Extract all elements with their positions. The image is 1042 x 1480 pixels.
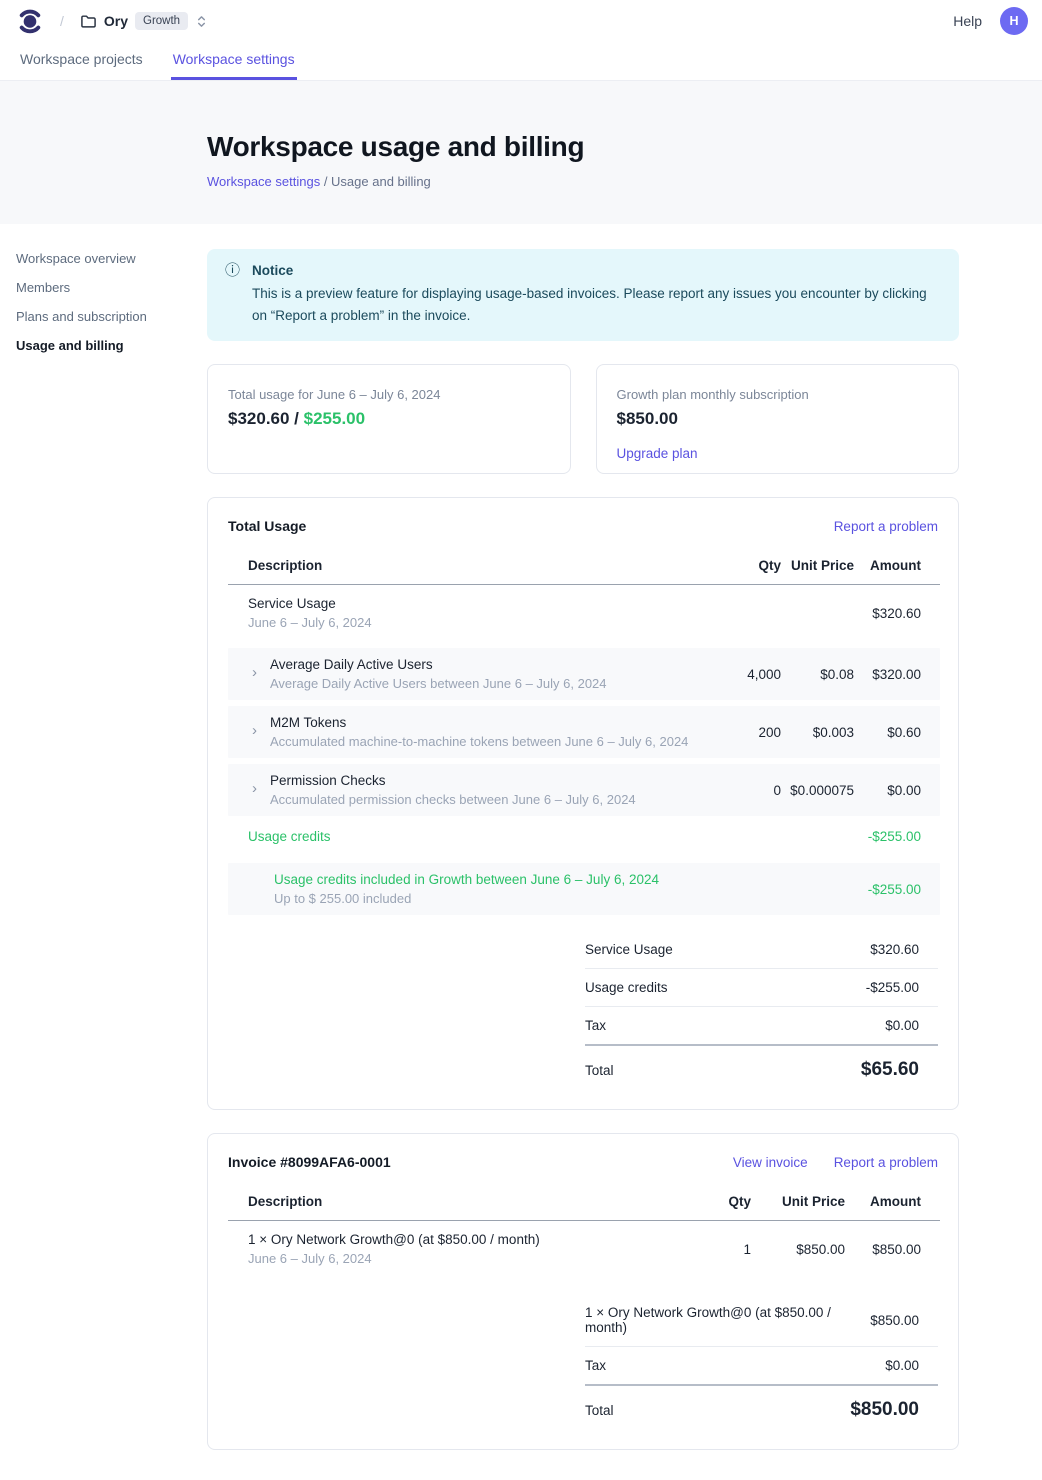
- notice-body: This is a preview feature for displaying…: [252, 283, 941, 326]
- total-usage-summary-card: Total usage for June 6 – July 6, 2024 $3…: [207, 364, 571, 474]
- notice-title: Notice: [252, 261, 941, 281]
- breadcrumb-separator: /: [60, 13, 64, 29]
- usage-row-service-usage: Service Usage June 6 – July 6, 2024 $320…: [228, 585, 940, 642]
- breadcrumb-workspace-settings-link[interactable]: Workspace settings: [207, 174, 320, 189]
- invoice-card: Invoice #8099AFA6-0001 View invoice Repo…: [207, 1133, 959, 1450]
- sidebar-item-usage-and-billing[interactable]: Usage and billing: [16, 338, 186, 354]
- summary-row-service-usage: Service Usage $320.60: [585, 931, 938, 969]
- total-usage-amount: $320.60 / $255.00: [228, 409, 550, 429]
- sidebar-item-workspace-overview[interactable]: Workspace overview: [16, 251, 186, 267]
- invoice-summary: 1 × Ory Network Growth@0 (at $850.00 / m…: [585, 1294, 938, 1425]
- usage-row-credits-detail: Usage credits included in Growth between…: [228, 863, 940, 915]
- preview-notice: ⓘ Notice This is a preview feature for d…: [207, 249, 959, 341]
- plan-subscription-label: Growth plan monthly subscription: [617, 387, 939, 402]
- invoice-line-row: 1 × Ory Network Growth@0 (at $850.00 / m…: [228, 1221, 940, 1278]
- invoice-summary-row-total: Total $850.00: [585, 1386, 938, 1425]
- plan-subscription-price: $850.00: [617, 409, 939, 429]
- workspace-switcher[interactable]: Ory Growth: [80, 12, 208, 30]
- usage-row-m2m-tokens[interactable]: › M2M Tokens Accumulated machine-to-mach…: [228, 706, 940, 758]
- invoice-title: Invoice #8099AFA6-0001: [228, 1154, 391, 1170]
- chevron-right-icon[interactable]: ›: [248, 782, 261, 796]
- usage-row-permission-checks[interactable]: › Permission Checks Accumulated permissi…: [228, 764, 940, 816]
- topbar: / Ory Growth Help H: [0, 0, 1042, 42]
- usage-row-credits: Usage credits -$255.00: [228, 816, 940, 857]
- chevron-updown-icon: [195, 14, 208, 29]
- usage-row-average-daily-active-users[interactable]: › Average Daily Active Users Average Dai…: [228, 648, 940, 700]
- chevron-right-icon[interactable]: ›: [248, 724, 261, 738]
- invoice-report-problem-link[interactable]: Report a problem: [834, 1155, 938, 1170]
- breadcrumb-current: / Usage and billing: [320, 174, 431, 189]
- summary-row-usage-credits: Usage credits -$255.00: [585, 969, 938, 1007]
- usage-credit-amount: $255.00: [304, 409, 365, 428]
- chevron-right-icon[interactable]: ›: [248, 666, 261, 680]
- sidebar-item-plans-and-subscription[interactable]: Plans and subscription: [16, 309, 186, 325]
- plan-badge: Growth: [135, 12, 188, 30]
- total-usage-period-label: Total usage for June 6 – July 6, 2024: [228, 387, 550, 402]
- plan-subscription-card: Growth plan monthly subscription $850.00…: [596, 364, 960, 474]
- tab-workspace-projects[interactable]: Workspace projects: [18, 42, 145, 80]
- page-title: Workspace usage and billing: [207, 131, 1042, 163]
- summary-row-tax: Tax $0.00: [585, 1007, 938, 1046]
- ory-logo-icon: [16, 7, 44, 35]
- invoice-table-header: Description Qty Unit Price Amount: [228, 1186, 940, 1221]
- view-invoice-link[interactable]: View invoice: [733, 1155, 808, 1170]
- upgrade-plan-link[interactable]: Upgrade plan: [617, 446, 698, 461]
- breadcrumb: Workspace settings / Usage and billing: [207, 174, 1042, 189]
- workspace-tabbar: Workspace projects Workspace settings: [0, 42, 1042, 81]
- total-usage-title: Total Usage: [228, 518, 306, 534]
- info-icon: ⓘ: [225, 261, 240, 326]
- invoice-summary-row-line: 1 × Ory Network Growth@0 (at $850.00 / m…: [585, 1294, 938, 1347]
- invoice-summary-row-tax: Tax $0.00: [585, 1347, 938, 1386]
- summary-row-total: Total $65.60: [585, 1046, 938, 1085]
- folder-icon: [80, 13, 97, 30]
- user-avatar[interactable]: H: [1000, 7, 1028, 35]
- usage-summary: Service Usage $320.60 Usage credits -$25…: [585, 931, 938, 1085]
- settings-sidebar: Workspace overview Members Plans and sub…: [16, 251, 186, 367]
- tab-workspace-settings[interactable]: Workspace settings: [171, 42, 297, 80]
- workspace-name: Ory: [104, 13, 128, 29]
- page-header: Workspace usage and billing Workspace se…: [0, 81, 1042, 224]
- usage-table-header: Description Qty Unit Price Amount: [228, 550, 940, 585]
- usage-report-problem-link[interactable]: Report a problem: [834, 519, 938, 534]
- sidebar-item-members[interactable]: Members: [16, 280, 186, 296]
- help-link[interactable]: Help: [953, 13, 982, 29]
- total-usage-card: Total Usage Report a problem Description…: [207, 497, 959, 1110]
